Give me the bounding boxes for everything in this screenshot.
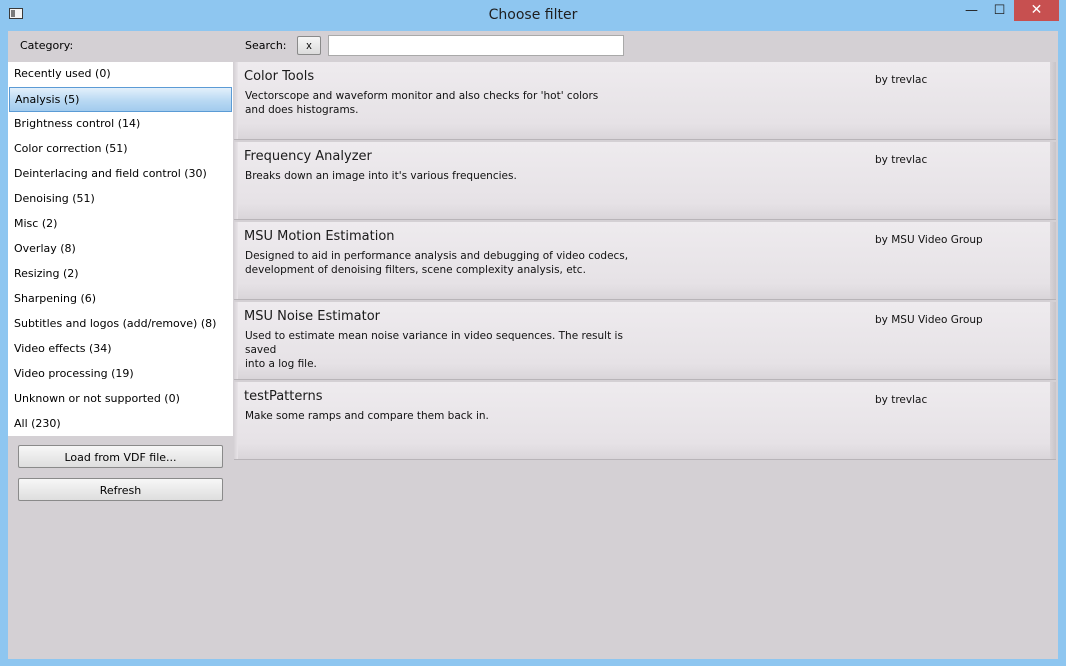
category-item[interactable]: Subtitles and logos (add/remove) (8) [8,312,233,337]
filter-description: Breaks down an image into it's various f… [245,170,517,182]
category-item[interactable]: Deinterlacing and field control (30) [8,162,233,187]
filter-card[interactable]: Frequency Analyzer Breaks down an image i… [234,142,1056,220]
filter-name: MSU Motion Estimation [244,229,395,244]
filter-description: Make some ramps and compare them back in… [245,410,489,422]
category-item[interactable]: Misc (2) [8,212,233,237]
filter-list: Color Tools Vectorscope and waveform moni… [234,62,1058,462]
filter-card[interactable]: MSU Motion Estimation Designed to aid in … [234,222,1056,300]
category-item[interactable]: Denoising (51) [8,187,233,212]
category-item[interactable]: Video effects (34) [8,337,233,362]
filter-name: MSU Noise Estimator [244,309,381,324]
close-button[interactable]: ✕ [1014,0,1059,21]
filter-author: by trevlac [875,154,928,166]
category-item[interactable]: Analysis (5) [9,87,232,112]
filter-description: Used to estimate mean noise variance in … [245,330,623,370]
filter-name: Color Tools [244,69,315,84]
maximize-button[interactable]: ☐ [986,0,1013,21]
title-bar[interactable]: Choose filter — ☐ ✕ [0,0,1066,31]
filter-description: Vectorscope and waveform monitor and als… [245,90,599,116]
search-label: Search: [245,39,287,52]
minimize-button[interactable]: — [958,0,985,21]
category-item[interactable]: Sharpening (6) [8,287,233,312]
category-item[interactable]: Video processing (19) [8,362,233,387]
category-label: Category: [20,39,74,52]
filter-author: by MSU Video Group [875,314,983,326]
filter-author: by MSU Video Group [875,234,983,246]
window-title: Choose filter [488,7,578,23]
category-item[interactable]: Color correction (51) [8,137,233,162]
filter-name: testPatterns [244,389,323,404]
filter-author: by trevlac [875,74,928,86]
load-vdf-button[interactable]: Load from VDF file... [18,445,223,468]
choose-filter-window: Choose filter — ☐ ✕ Category: Search: x … [0,0,1066,666]
filter-card[interactable]: MSU Noise Estimator Used to estimate mean… [234,302,1056,380]
clear-search-button[interactable]: x [297,36,321,55]
category-item[interactable]: Brightness control (14) [8,112,233,137]
filter-card[interactable]: Color Tools Vectorscope and waveform moni… [234,62,1056,140]
category-item[interactable]: Resizing (2) [8,262,233,287]
category-item[interactable]: Overlay (8) [8,237,233,262]
category-item[interactable]: All (230) [8,412,233,437]
category-item[interactable]: Unknown or not supported (0) [8,387,233,412]
category-item[interactable]: Recently used (0) [8,62,233,87]
category-list[interactable]: Recently used (0) Analysis (5) Brightness … [8,62,233,436]
filter-name: Frequency Analyzer [244,149,372,164]
search-input[interactable] [328,35,624,56]
filter-description: Designed to aid in performance analysis … [245,250,629,276]
dialog-body: Category: Search: x Recently used (0) Ana… [8,31,1058,659]
refresh-button[interactable]: Refresh [18,478,223,501]
filter-card[interactable]: testPatterns Make some ramps and compare … [234,382,1056,460]
filter-author: by trevlac [875,394,928,406]
